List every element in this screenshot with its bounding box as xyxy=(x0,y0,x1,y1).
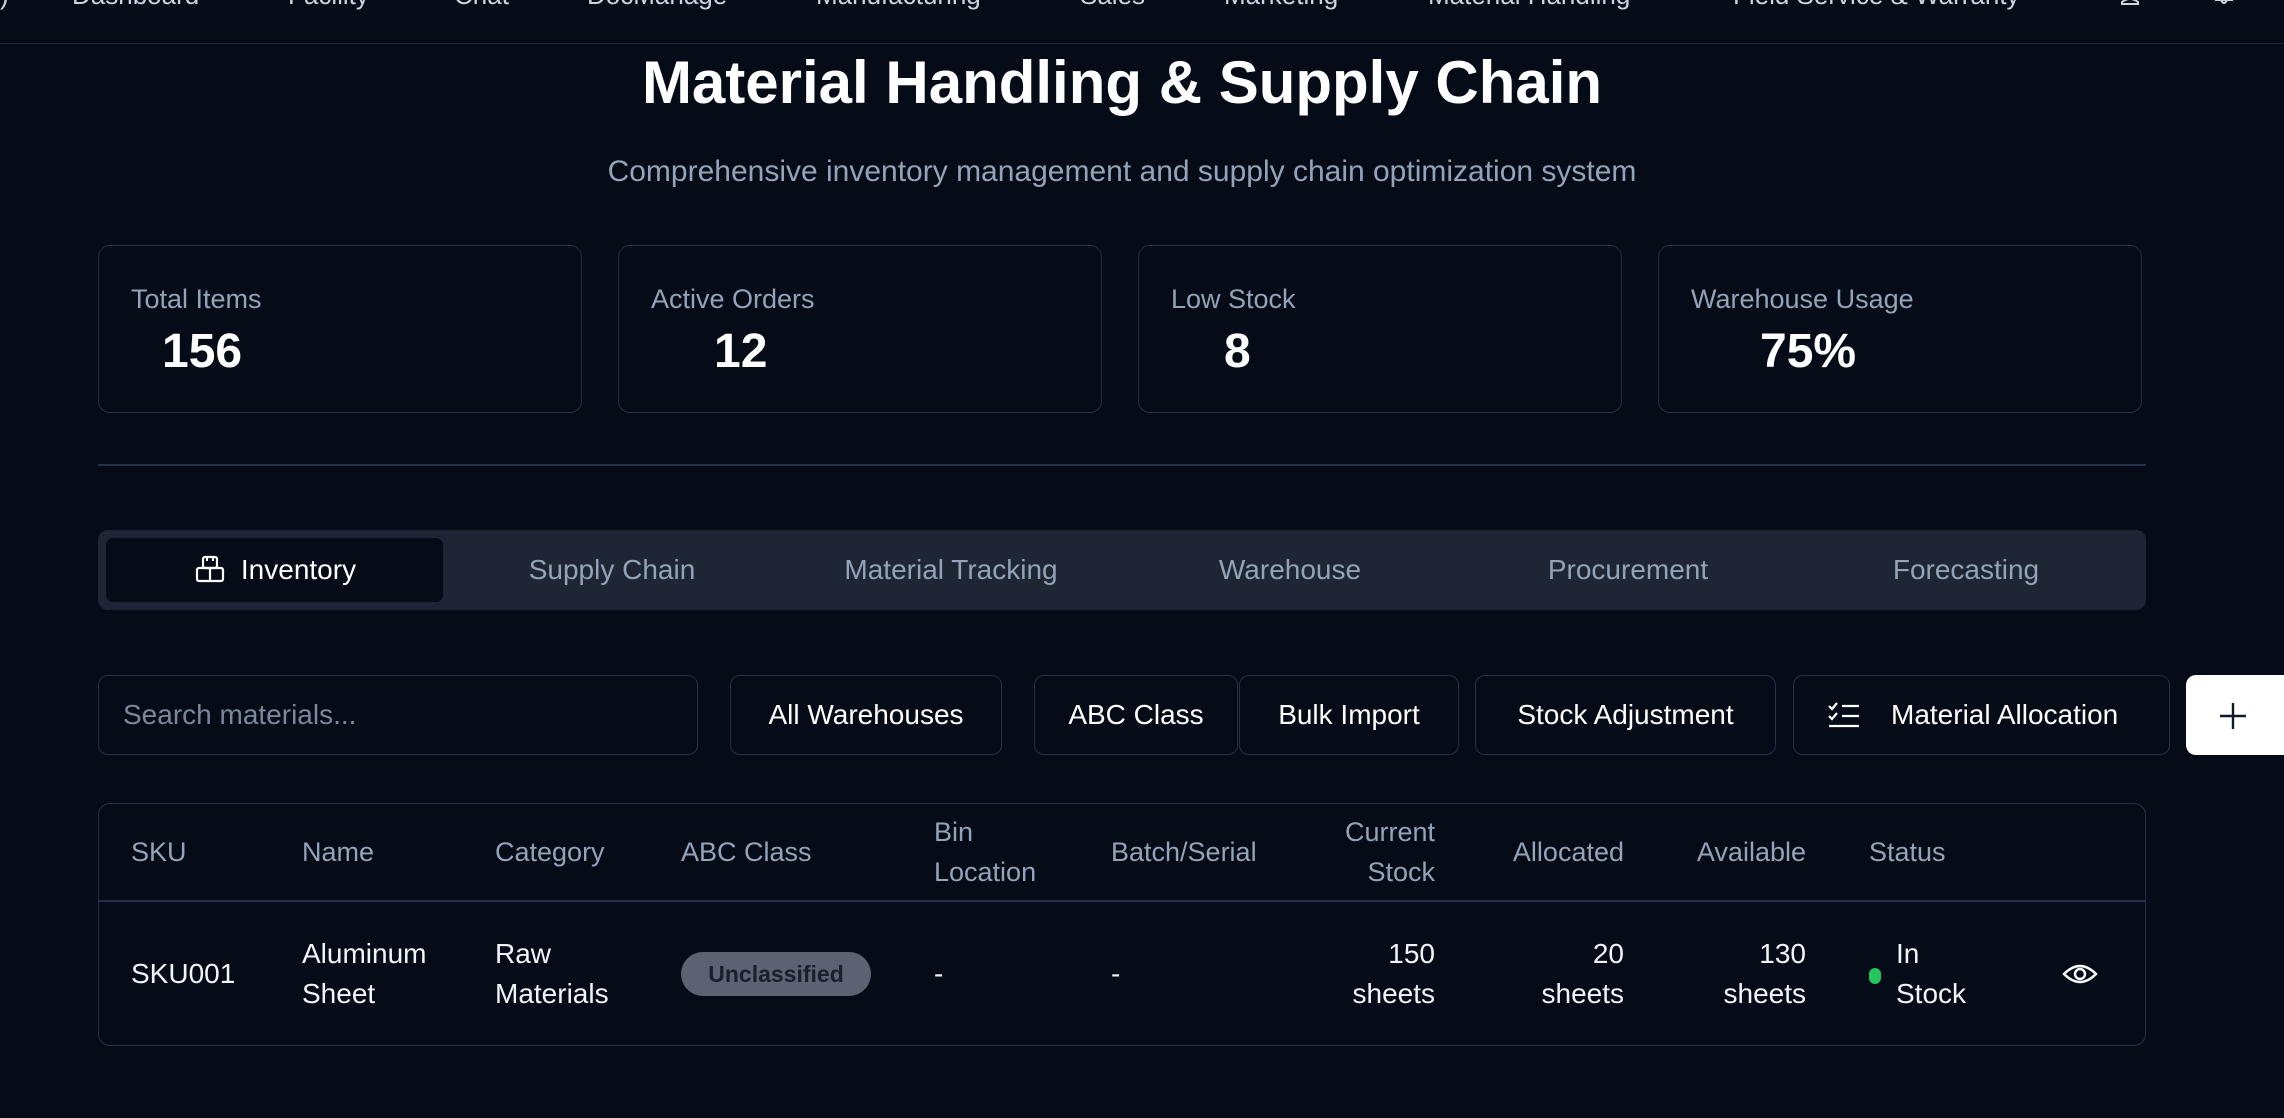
top-nav: ) Dashboard Facility Chat DocManage Manu… xyxy=(0,0,2284,44)
eye-icon[interactable] xyxy=(2062,960,2098,988)
cell-current-stock: 150 sheets xyxy=(1335,934,1436,1014)
cell-line: sheets xyxy=(1723,978,1807,1009)
list-checks-icon xyxy=(1828,702,1859,728)
nav-item-field-service[interactable]: Field Service & Warranty xyxy=(1733,0,2020,11)
search-input[interactable] xyxy=(98,675,698,755)
tab-warehouse[interactable]: Warehouse xyxy=(1122,538,1458,602)
column-header-category[interactable]: Category xyxy=(495,832,605,872)
section-divider xyxy=(98,464,2146,466)
cell-available: 130 sheets xyxy=(1629,934,1807,1014)
page-title: Material Handling & Supply Chain xyxy=(641,49,1603,116)
header-line: Stock xyxy=(1367,857,1435,887)
boxes-icon xyxy=(195,555,225,582)
column-header-available[interactable]: Available xyxy=(1629,832,1806,872)
nav-item-chat[interactable]: Chat xyxy=(454,0,509,11)
tab-material-tracking[interactable]: Material Tracking xyxy=(783,538,1119,602)
table-header-divider xyxy=(99,900,2145,902)
tab-supply-chain[interactable]: Supply Chain xyxy=(444,538,780,602)
inventory-table: SKU Name Category ABC Class Bin Location… xyxy=(98,803,2146,1046)
stat-card-warehouse-usage: Warehouse Usage 75% xyxy=(1658,245,2142,413)
status-dot xyxy=(1869,968,1881,984)
abc-class-filter-select[interactable]: ABC Class xyxy=(1034,675,1238,755)
add-material-button[interactable] xyxy=(2186,675,2284,755)
header-line: Bin xyxy=(934,817,974,847)
column-header-bin-location[interactable]: Bin Location xyxy=(934,812,1036,892)
nav-item-dashboard[interactable]: Dashboard xyxy=(72,0,199,11)
nav-edge-fragment: ) xyxy=(0,0,9,11)
cell-allocated: 20 sheets xyxy=(1449,934,1625,1014)
abc-class-badge: Unclassified xyxy=(681,952,871,996)
nav-item-docmanage[interactable]: DocManage xyxy=(587,0,727,11)
stat-value: 12 xyxy=(714,325,768,378)
cell-line: sheets xyxy=(1352,978,1436,1009)
column-header-sku[interactable]: SKU xyxy=(131,832,187,872)
column-header-abc-class[interactable]: ABC Class xyxy=(681,832,812,872)
material-allocation-button[interactable]: Material Allocation xyxy=(1793,675,2170,755)
nav-item-material-handling[interactable]: Material Handling xyxy=(1428,0,1630,11)
tab-forecasting[interactable]: Forecasting xyxy=(1798,538,2134,602)
stat-card-low-stock: Low Stock 8 xyxy=(1138,245,1622,413)
user-icon[interactable] xyxy=(2119,0,2141,10)
tab-label: Inventory xyxy=(240,554,357,585)
stat-label: Warehouse Usage xyxy=(1691,284,1914,314)
cell-line: sheets xyxy=(1541,978,1625,1009)
cell-line: 150 xyxy=(1388,938,1435,969)
cell-line: Aluminum xyxy=(302,938,427,969)
column-header-current-stock[interactable]: Current Stock xyxy=(1335,812,1435,892)
column-header-name[interactable]: Name xyxy=(302,832,374,872)
stat-value: 75% xyxy=(1760,325,1857,378)
nav-item-manufacturing[interactable]: Manufacturing xyxy=(816,0,981,11)
cell-category: Raw Materials xyxy=(495,934,609,1014)
cell-bin-location: - xyxy=(934,958,944,989)
cell-status: In Stock xyxy=(1896,934,1966,1014)
stat-card-active-orders: Active Orders 12 xyxy=(618,245,1102,413)
stat-label: Active Orders xyxy=(651,284,815,314)
stock-adjustment-button[interactable]: Stock Adjustment xyxy=(1475,675,1776,755)
header-line: Location xyxy=(934,857,1037,887)
cell-batch-serial: - xyxy=(1111,958,1121,989)
stat-value: 8 xyxy=(1224,325,1251,378)
header-line: Current xyxy=(1344,817,1435,847)
cell-line: 130 xyxy=(1759,938,1806,969)
stat-label: Total Items xyxy=(131,284,262,314)
bell-icon[interactable] xyxy=(2213,0,2235,10)
nav-item-facility[interactable]: Facility xyxy=(288,0,369,11)
bulk-import-button[interactable]: Bulk Import xyxy=(1239,675,1459,755)
stat-label: Low Stock xyxy=(1171,284,1296,314)
cell-line: Materials xyxy=(495,978,609,1009)
stat-value: 156 xyxy=(162,325,243,378)
nav-item-sales[interactable]: Sales xyxy=(1080,0,1145,11)
column-header-allocated[interactable]: Allocated xyxy=(1449,832,1624,872)
tab-bar: Inventory Supply Chain Material Tracking… xyxy=(98,530,2146,610)
warehouse-filter-select[interactable]: All Warehouses xyxy=(730,675,1002,755)
stat-card-total-items: Total Items 156 xyxy=(98,245,582,413)
cell-line: 20 xyxy=(1592,938,1624,969)
column-header-status[interactable]: Status xyxy=(1869,832,1946,872)
material-allocation-label: Material Allocation xyxy=(1891,699,2119,730)
plus-icon xyxy=(2220,703,2246,729)
cell-line: Raw xyxy=(495,938,552,969)
cell-line: In xyxy=(1896,938,1920,969)
column-header-batch-serial[interactable]: Batch/Serial xyxy=(1111,832,1257,872)
cell-name: Aluminum Sheet xyxy=(302,934,426,1014)
tab-procurement[interactable]: Procurement xyxy=(1460,538,1796,602)
nav-item-marketing[interactable]: Marketing xyxy=(1224,0,1338,11)
tab-inventory[interactable]: Inventory xyxy=(106,538,443,602)
cell-line: Stock xyxy=(1896,978,1967,1009)
cell-line: Sheet xyxy=(302,978,376,1009)
page-subtitle: Comprehensive inventory management and s… xyxy=(607,155,1637,188)
cell-sku: SKU001 xyxy=(131,958,236,989)
